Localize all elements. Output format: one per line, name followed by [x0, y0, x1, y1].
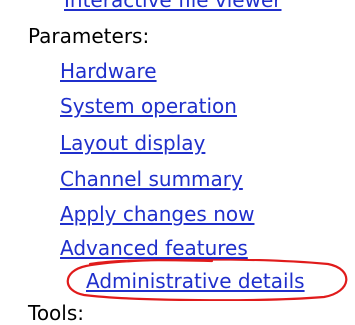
- menu-link-interactive-file-viewer[interactable]: Interactive file viewer: [64, 0, 282, 12]
- menu-link-channel-summary[interactable]: Channel summary: [60, 167, 243, 191]
- parameters-heading: Parameters:: [28, 24, 150, 48]
- menu-link-layout-display[interactable]: Layout display: [60, 131, 205, 155]
- navigation-menu: Interactive file viewer Parameters: Hard…: [0, 0, 355, 325]
- menu-link-advanced-features[interactable]: Advanced features: [60, 236, 248, 260]
- tools-heading: Tools:: [28, 301, 85, 325]
- menu-link-apply-changes-now[interactable]: Apply changes now: [60, 202, 254, 226]
- menu-link-hardware[interactable]: Hardware: [60, 59, 157, 83]
- menu-link-administrative-details[interactable]: Administrative details: [86, 269, 305, 293]
- menu-link-system-operation[interactable]: System operation: [60, 94, 237, 118]
